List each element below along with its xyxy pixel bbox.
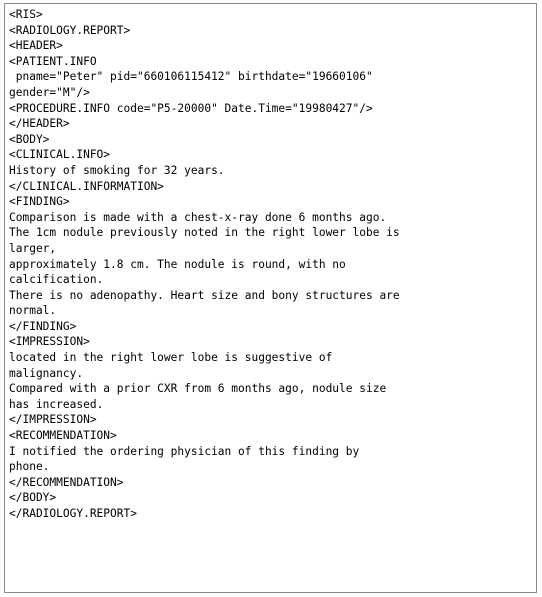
xml-line: I notified the ordering physician of thi… <box>9 444 360 458</box>
xml-line: </CLINICAL.INFORMATION> <box>9 179 164 193</box>
xml-line: Comparison is made with a chest-x-ray do… <box>9 210 387 224</box>
xml-line: </HEADER> <box>9 117 70 131</box>
xml-line: The 1cm nodule previously noted in the r… <box>9 226 400 240</box>
xml-line: <RIS> <box>9 8 43 21</box>
xml-report-text: <RIS> <RADIOLOGY.REPORT> <HEADER> <PATIENT.… <box>5 4 536 522</box>
xml-line: located in the right lower lobe is sugge… <box>9 351 333 365</box>
xml-line: <RADIOLOGY.REPORT> <box>9 23 131 37</box>
xml-line: calcification. <box>9 273 104 287</box>
xml-line: approximately 1.8 cm. The nodule is roun… <box>9 257 346 271</box>
xml-report-panel: <RIS> <RADIOLOGY.REPORT> <HEADER> <PATIENT.… <box>4 3 537 593</box>
xml-line: <IMPRESSION> <box>9 335 90 349</box>
xml-line: normal. <box>9 304 57 318</box>
xml-line: </FINDING> <box>9 319 77 333</box>
xml-line: History of smoking for 32 years. <box>9 163 225 177</box>
xml-line: </RADIOLOGY.REPORT> <box>9 507 137 520</box>
xml-line: </BODY> <box>9 491 57 505</box>
xml-line: There is no adenopathy. Heart size and b… <box>9 288 400 302</box>
xml-line: </RECOMMENDATION> <box>9 475 124 489</box>
xml-line: <PROCEDURE.INFO code="P5-20000" Date.Tim… <box>9 101 373 115</box>
xml-line: </IMPRESSION> <box>9 413 97 427</box>
xml-line: <FINDING> <box>9 195 70 209</box>
xml-line: malignancy. <box>9 366 84 380</box>
xml-line: <CLINICAL.INFO> <box>9 148 111 162</box>
xml-line: <HEADER> <box>9 39 63 53</box>
xml-line: has increased. <box>9 397 104 411</box>
xml-line: <BODY> <box>9 132 50 146</box>
xml-line: larger, <box>9 241 57 255</box>
xml-line: pname="Peter" pid="660106115412" birthda… <box>9 70 373 84</box>
xml-line: gender="M"/> <box>9 85 90 99</box>
xml-line: phone. <box>9 460 50 474</box>
xml-line: <PATIENT.INFO <box>9 54 97 68</box>
xml-line: Compared with a prior CXR from 6 months … <box>9 382 387 396</box>
xml-line: <RECOMMENDATION> <box>9 429 117 443</box>
